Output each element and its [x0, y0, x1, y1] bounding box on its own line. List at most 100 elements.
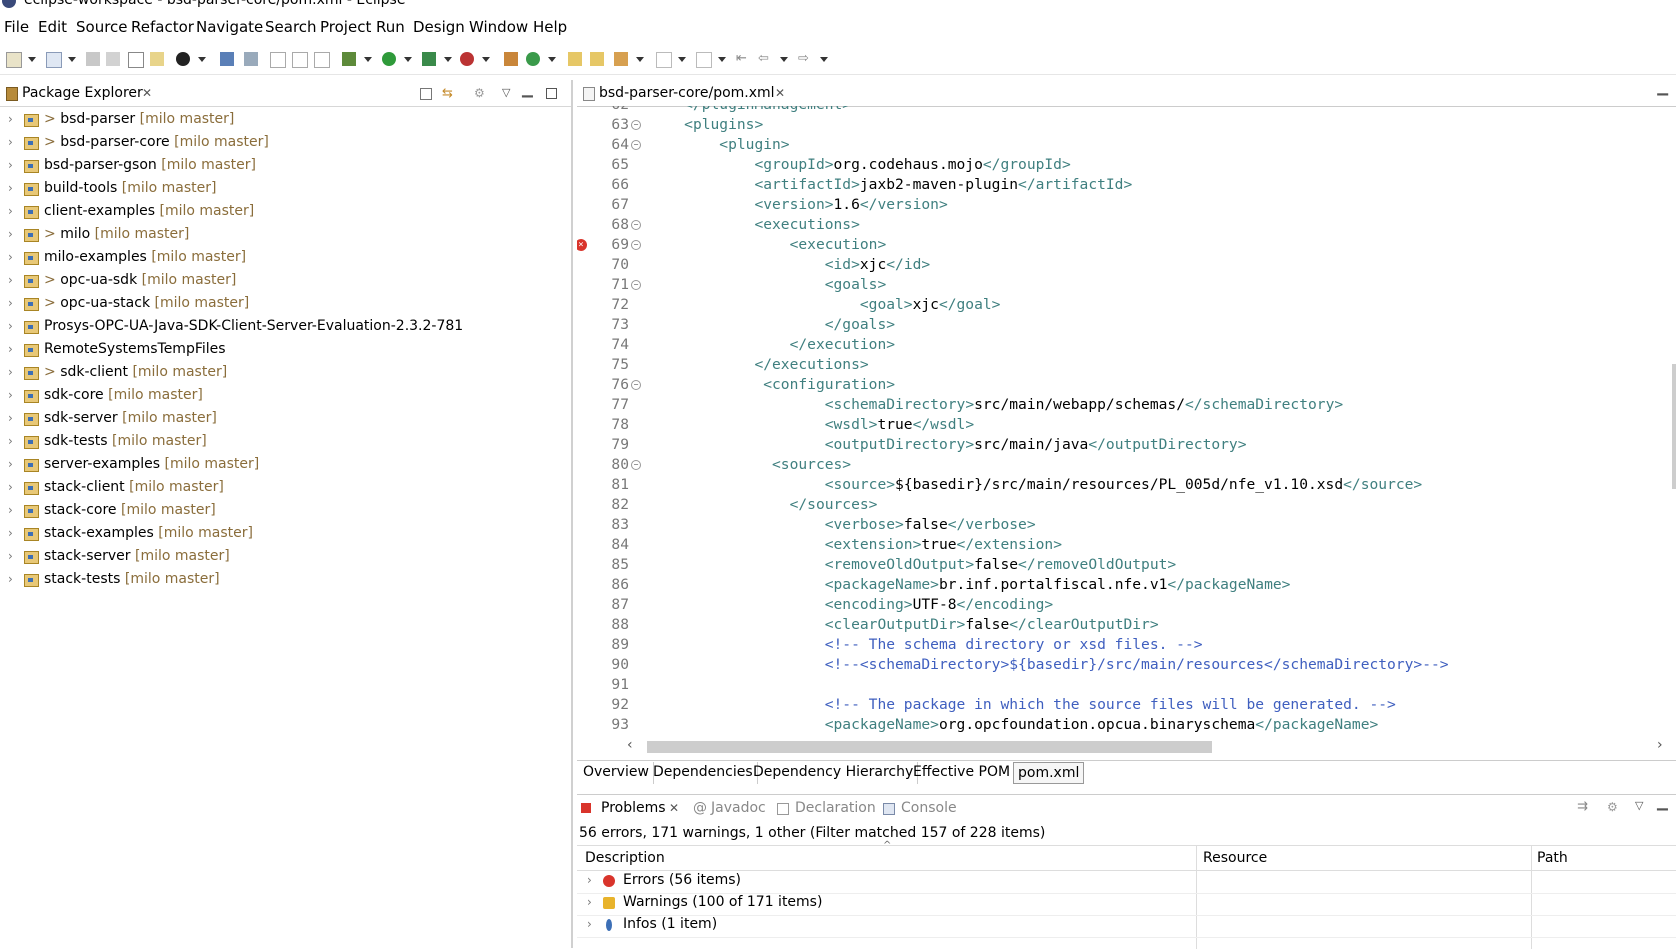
previous-annotation-icon[interactable] [696, 52, 712, 68]
code-line[interactable]: 62 </pluginManagement> [589, 106, 1657, 116]
expand-arrow-icon[interactable]: › [8, 296, 13, 310]
tab-javadoc[interactable]: Javadoc [711, 800, 766, 816]
horizontal-scroll-thumb[interactable] [647, 741, 1212, 753]
collapse-all-icon[interactable] [420, 88, 432, 100]
view-menu-icon[interactable]: ▽ [1635, 799, 1643, 812]
code-line[interactable]: 92 <!-- The package in which the source … [589, 696, 1657, 716]
close-icon[interactable]: ✕ [142, 86, 152, 100]
menu-navigate[interactable]: Navigate [196, 18, 263, 36]
fold-toggle-icon[interactable]: − [631, 140, 641, 150]
minimize-icon[interactable]: ▁ [1657, 80, 1668, 96]
fold-toggle-icon[interactable]: − [631, 460, 641, 470]
problem-group-row[interactable]: › Errors (56 items) [577, 871, 1676, 894]
expand-arrow-icon[interactable]: › [8, 434, 13, 448]
menu-design[interactable]: Design [413, 18, 465, 36]
code-line[interactable]: 89 <!-- The schema directory or xsd file… [589, 636, 1657, 656]
code-line[interactable]: 73 </goals> [589, 316, 1657, 336]
scroll-right-icon[interactable]: › [1657, 737, 1663, 753]
external-tools-icon[interactable] [460, 52, 474, 66]
project-item[interactable]: › client-examples [milo master] [0, 202, 571, 224]
problem-group-row[interactable]: › Warnings (100 of 171 items) [577, 893, 1676, 916]
filter-icon[interactable]: ⚙ [1607, 800, 1618, 814]
new-package-dropdown-icon[interactable] [68, 52, 76, 66]
expand-arrow-icon[interactable]: › [8, 319, 13, 333]
tab-console[interactable]: Console [901, 800, 957, 816]
project-item[interactable]: › stack-examples [milo master] [0, 524, 571, 546]
new-java-project-icon[interactable] [504, 52, 518, 66]
expand-arrow-icon[interactable]: › [587, 895, 592, 909]
run-dropdown-icon[interactable] [404, 52, 412, 66]
project-item[interactable]: › stack-client [milo master] [0, 478, 571, 500]
project-item[interactable]: › RemoteSystemsTempFiles [0, 340, 571, 362]
previous-annotation-dropdown-icon[interactable] [718, 52, 726, 66]
project-item[interactable]: › sdk-server [milo master] [0, 409, 571, 431]
tab-dependencies[interactable]: Dependencies [649, 762, 758, 784]
menu-source[interactable]: Source [76, 18, 128, 36]
project-item[interactable]: › stack-server [milo master] [0, 547, 571, 569]
code-line[interactable]: 68− <executions> [589, 216, 1657, 236]
focus-icon[interactable]: ⇉ [1577, 799, 1588, 814]
project-item[interactable]: › sdk-tests [milo master] [0, 432, 571, 454]
view-menu-icon[interactable]: ▽ [502, 86, 516, 100]
menu-run[interactable]: Run [376, 18, 405, 36]
code-line[interactable]: 71− <goals> [589, 276, 1657, 296]
debug-target-icon[interactable] [176, 52, 190, 66]
code-line[interactable]: 93 <packageName>org.opcfoundation.opcua.… [589, 716, 1657, 736]
code-line[interactable]: 77 <schemaDirectory>src/main/webapp/sche… [589, 396, 1657, 416]
external-tools-dropdown-icon[interactable] [482, 52, 490, 66]
print-icon[interactable] [128, 52, 144, 68]
open-project-icon[interactable] [568, 52, 582, 66]
code-line[interactable]: 83 <verbose>false</verbose> [589, 516, 1657, 536]
code-line[interactable]: 84 <extension>true</extension> [589, 536, 1657, 556]
project-item[interactable]: › > opc-ua-stack [milo master] [0, 294, 571, 316]
search-tool-dropdown-icon[interactable] [636, 52, 644, 66]
menu-window[interactable]: Window [469, 18, 528, 36]
toggle-block-icon[interactable] [292, 52, 308, 68]
project-item[interactable]: › sdk-core [milo master] [0, 386, 571, 408]
project-item[interactable]: › > bsd-parser-core [milo master] [0, 133, 571, 155]
show-whitespace-icon[interactable] [314, 52, 330, 68]
project-item[interactable]: › stack-core [milo master] [0, 501, 571, 523]
coverage-icon[interactable] [422, 52, 436, 66]
next-annotation-dropdown-icon[interactable] [678, 52, 686, 66]
vertical-scroll-thumb[interactable] [1672, 364, 1676, 489]
code-line[interactable]: 74 </execution> [589, 336, 1657, 356]
expand-arrow-icon[interactable]: › [8, 342, 13, 356]
expand-arrow-icon[interactable]: › [8, 526, 13, 540]
expand-arrow-icon[interactable]: › [8, 411, 13, 425]
forward-icon[interactable]: ⇨ [798, 52, 812, 66]
search-tool-icon[interactable] [614, 52, 628, 66]
debug-target-dropdown-icon[interactable] [198, 52, 206, 66]
project-item[interactable]: › bsd-parser-gson [milo master] [0, 156, 571, 178]
code-line[interactable]: 78 <wsdl>true</wsdl> [589, 416, 1657, 436]
expand-arrow-icon[interactable]: › [8, 158, 13, 172]
code-line[interactable]: 66 <artifactId>jaxb2-maven-plugin</artif… [589, 176, 1657, 196]
code-line[interactable]: 80− <sources> [589, 456, 1657, 476]
code-line[interactable]: 70 <id>xjc</id> [589, 256, 1657, 276]
expand-arrow-icon[interactable]: › [8, 549, 13, 563]
new-dropdown-icon[interactable] [28, 52, 36, 66]
column-description[interactable]: Description [585, 850, 665, 866]
save-icon[interactable] [86, 52, 100, 66]
scroll-left-icon[interactable]: ‹ [627, 737, 633, 753]
expand-arrow-icon[interactable]: › [8, 388, 13, 402]
menu-file[interactable]: File [4, 18, 29, 36]
next-annotation-icon[interactable] [656, 52, 672, 68]
debug-dropdown-icon[interactable] [364, 52, 372, 66]
error-marker-icon[interactable]: × [577, 239, 587, 251]
back-icon[interactable]: ⇦ [758, 52, 772, 66]
vertical-scrollbar[interactable] [1671, 106, 1676, 749]
code-line[interactable]: 91 [589, 676, 1657, 696]
tab-dependency-hierarchy[interactable]: Dependency Hierarchy [749, 762, 919, 784]
open-folder-icon[interactable] [590, 52, 604, 66]
code-line[interactable]: 85 <removeOldOutput>false</removeOldOutp… [589, 556, 1657, 576]
close-icon[interactable]: ✕ [775, 86, 785, 100]
tab-overview[interactable]: Overview [579, 762, 654, 784]
fold-toggle-icon[interactable]: − [631, 240, 641, 250]
tab-declaration[interactable]: Declaration [795, 800, 876, 816]
column-resource[interactable]: Resource [1203, 850, 1267, 866]
skip-breakpoints-icon[interactable] [270, 52, 286, 68]
fold-toggle-icon[interactable]: − [631, 220, 641, 230]
project-item[interactable]: › > opc-ua-sdk [milo master] [0, 271, 571, 293]
expand-arrow-icon[interactable]: › [8, 503, 13, 517]
